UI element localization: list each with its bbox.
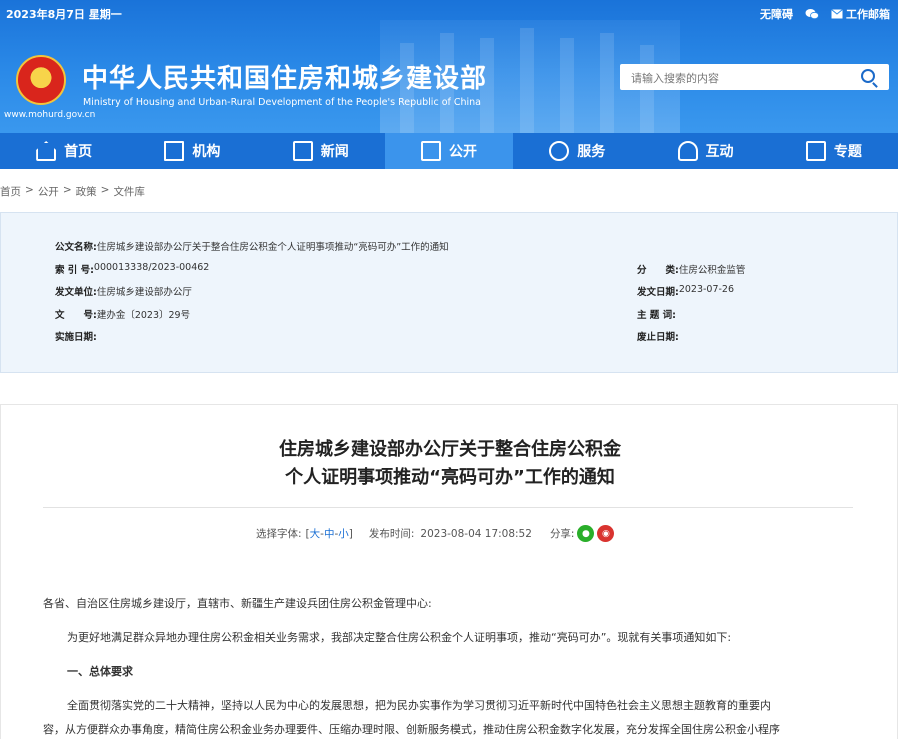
info-index: 索 引 号: 000013338/2023-00462 [55, 262, 210, 276]
title-divider [43, 507, 853, 508]
topic-icon [805, 141, 826, 161]
article-meta: 选择字体: [ 大 - 中 - 小 ] 发布时间: 2023-08-04 17:… [256, 525, 615, 542]
breadcrumb-policy[interactable]: 政策 [76, 184, 97, 199]
publish-time: 2023-08-04 17:08:52 [420, 527, 532, 540]
weibo-share-icon[interactable]: ◉ [597, 525, 615, 542]
search-box[interactable]: 请输入搜索的内容 [620, 64, 889, 90]
nav-home[interactable]: 首页 [0, 133, 128, 169]
nav-organization[interactable]: 机构 [128, 133, 256, 169]
nav-label: 互动 [705, 144, 734, 160]
disclosure-icon [420, 141, 441, 161]
info-subject: 主 题 词: [637, 310, 676, 321]
breadcrumb-library[interactable]: 文件库 [113, 184, 145, 199]
wechat-icon[interactable] [805, 6, 819, 22]
news-icon [292, 141, 313, 161]
info-issue-date: 发文日期: 2023-07-26 [637, 284, 735, 298]
font-medium-button[interactable]: 中 [324, 526, 335, 541]
nav-disclosure[interactable]: 公开 [384, 133, 514, 169]
font-large-button[interactable]: 大 [310, 526, 321, 541]
nav-label: 服务 [577, 144, 606, 160]
site-title-en: Ministry of Housing and Urban-Rural Deve… [83, 97, 482, 108]
nav-interaction[interactable]: 互动 [641, 133, 769, 169]
font-size-label: 选择字体: [256, 528, 302, 540]
font-bracket-close: ] [348, 527, 353, 540]
nav-topics[interactable]: 专题 [770, 133, 898, 169]
building-icon [164, 141, 185, 161]
nav-label: 首页 [64, 144, 93, 160]
info-expire-date: 废止日期: [637, 332, 679, 343]
breadcrumb-disclosure[interactable]: 公开 [38, 184, 59, 199]
nav-label: 专题 [833, 144, 862, 160]
main-nav: 首页 机构 新闻 公开 服务 互动 专题 [0, 133, 898, 169]
work-email-label: 工作邮箱 [846, 8, 890, 21]
article-title-line2: 个人证明事项推动“亮码可办”工作的通知 [285, 467, 615, 488]
nav-news[interactable]: 新闻 [257, 133, 385, 169]
section-heading: 一、总体要求 [67, 665, 133, 678]
info-issuer: 发文单位: 住房城乡建设部办公厅 [55, 287, 192, 298]
breadcrumb-sep: > [25, 184, 34, 196]
breadcrumb-sep: > [100, 184, 110, 196]
wechat-share-icon[interactable]: ● [577, 525, 595, 542]
breadcrumb-home[interactable]: 首页 [0, 184, 21, 199]
top-bar: 2023年8月7日 星期一 无障碍 工作邮箱 [0, 0, 898, 28]
accessibility-link[interactable]: 无障碍 [760, 6, 793, 22]
publish-label: 发布时间: [368, 528, 415, 540]
intro-paragraph: 为更好地满足群众异地办理住房公积金相关业务需求，我部决定整合住房公积金个人证明事… [67, 631, 732, 644]
nav-label: 公开 [448, 144, 477, 160]
nav-label: 机构 [192, 144, 221, 160]
mail-icon [831, 9, 843, 19]
font-small-button[interactable]: 小 [338, 526, 349, 541]
national-emblem-icon [16, 55, 66, 105]
nav-service[interactable]: 服务 [513, 133, 641, 169]
article-title-line1: 住房城乡建设部办公厅关于整合住房公积金 [279, 439, 621, 460]
nav-label: 新闻 [320, 144, 349, 160]
interact-icon [677, 141, 698, 161]
info-category: 分 类: 住房公积金监管 [637, 265, 746, 276]
work-email-link[interactable]: 工作邮箱 [831, 6, 890, 22]
current-date: 2023年8月7日 星期一 [6, 8, 122, 21]
site-header: 2023年8月7日 星期一 无障碍 工作邮箱 www.mohurd.gov.cn… [0, 0, 898, 133]
share-label: 分享: [549, 528, 575, 540]
info-doc-name: 公文名称: 住房城乡建设部办公厅关于整合住房公积金个人证明事项推动“亮码可办”工作… [55, 242, 449, 253]
body-paragraph-line1: 全面贯彻落实党的二十大精神，坚持以人民为中心的发展思想，把为民办实事作为学习贯彻… [67, 699, 771, 712]
info-doc-number: 文 号: 建办金〔2023〕29号 [55, 310, 191, 321]
body-paragraph-line2: 容，从方便群众办事角度，精简住房公积金业务办理要件、压缩办理时限、创新服务模式，… [43, 723, 780, 736]
document-info-panel: 公文名称: 住房城乡建设部办公厅关于整合住房公积金个人证明事项推动“亮码可办”工作… [0, 212, 898, 373]
search-icon[interactable] [861, 69, 875, 83]
search-input[interactable]: 请输入搜索的内容 [631, 70, 719, 86]
article: 住房城乡建设部办公厅关于整合住房公积金 个人证明事项推动“亮码可办”工作的通知 … [0, 404, 898, 739]
service-icon [549, 141, 570, 161]
salutation: 各省、自治区住房城乡建设厅，直辖市、新疆生产建设兵团住房公积金管理中心: [43, 597, 432, 610]
home-icon [36, 141, 57, 161]
site-title[interactable]: 中华人民共和国住房和城乡建设部 [82, 58, 487, 95]
breadcrumb: 首页 > 公开 > 政策 > 文件库 [0, 184, 145, 199]
site-url: www.mohurd.gov.cn [4, 110, 96, 120]
info-impl-date: 实施日期: [55, 332, 97, 343]
breadcrumb-sep: > [62, 184, 72, 196]
